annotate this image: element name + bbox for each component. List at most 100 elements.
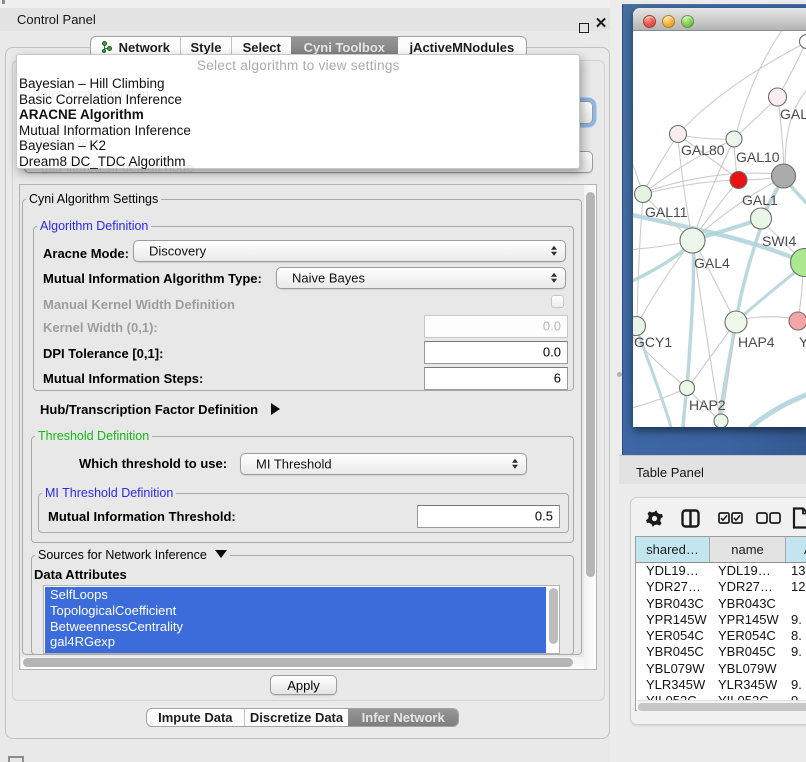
hub-section-toggle[interactable]: Hub/Transcription Factor Definition [40, 402, 280, 417]
tab-infer-network[interactable]: Infer Network [348, 709, 458, 726]
network-edge-thick[interactable] [751, 395, 806, 427]
network-edge[interactable] [785, 91, 806, 165]
algorithm-popup-item[interactable]: Mutual Information Inference [19, 123, 577, 139]
table-cell [786, 596, 806, 612]
table-row[interactable]: YDR27…YDR27…12 [636, 579, 806, 595]
network-node-label: GAL4 [694, 255, 730, 271]
table-column-header[interactable]: A [786, 537, 806, 562]
data-attributes-list[interactable]: SelfLoopsTopologicalCoefficientBetweenne… [43, 585, 560, 654]
dpi-tolerance-value: 0.0 [543, 345, 561, 360]
unselect-all-checkboxes-icon[interactable] [756, 512, 781, 524]
table-hscrollbar-thumb[interactable] [638, 703, 806, 712]
apply-button-label: Apply [287, 678, 320, 693]
network-edge[interactable] [638, 242, 691, 323]
table-column-header[interactable]: shared… [636, 537, 710, 562]
table-row[interactable]: YPR145WYPR145W9. [636, 612, 806, 628]
close-traffic-light[interactable] [643, 15, 656, 28]
table-row[interactable]: YBR043CYBR043C [636, 596, 806, 612]
data-attribute-item[interactable]: BetweennessCentrality [45, 619, 546, 635]
algorithm-popup-item[interactable]: Dream8 DC_TDC Algorithm [19, 154, 577, 170]
group-sources-title[interactable]: Sources for Network Inference [35, 548, 230, 563]
data-attribute-item[interactable]: gal4RGexp [45, 634, 546, 650]
group-mi-threshold-definition-title: MI Threshold Definition [42, 486, 176, 501]
table-row[interactable]: YDL19…YDL19…13 [636, 563, 806, 579]
window-corner-artifact [2, 0, 5, 4]
table-column-header[interactable]: name [710, 537, 786, 562]
network-edge[interactable] [799, 274, 803, 314]
algorithm-popup-item[interactable]: Basic Correlation Inference [19, 92, 577, 108]
network-node[interactable] [714, 414, 728, 427]
apply-button[interactable]: Apply [270, 675, 337, 695]
network-node-hap2[interactable] [680, 381, 695, 396]
network-edge[interactable] [633, 151, 642, 190]
network-canvas[interactable]: GALGAL80GAL10GAL1GAL11SWI4GAL4GCY1HAP4YH… [633, 31, 806, 427]
mi-steps-field[interactable]: 6 [424, 367, 568, 390]
network-node-y[interactable] [789, 312, 806, 330]
document-icon[interactable] [792, 507, 806, 529]
network-canvas-svg: GALGAL80GAL10GAL1GAL11SWI4GAL4GCY1HAP4YH… [633, 31, 806, 427]
dpi-tolerance-field[interactable]: 0.0 [424, 341, 568, 364]
settings-hscrollbar-thumb[interactable] [23, 658, 573, 667]
kernel-width-field[interactable]: 0.0 [424, 315, 568, 338]
arrow-down-icon [551, 252, 557, 256]
network-node-hap4[interactable] [725, 311, 747, 333]
network-edge[interactable] [644, 136, 677, 191]
table-row[interactable]: YER054CYER054C8. [636, 628, 806, 644]
algorithm-popup-item[interactable]: Bayesian – K2 [19, 138, 577, 154]
select-all-checkboxes-icon[interactable] [718, 512, 743, 524]
network-edge[interactable] [644, 180, 735, 194]
settings-vscrollbar-thumb[interactable] [586, 192, 595, 577]
algorithm-popup-item[interactable]: Bayesian – Hill Climbing [19, 76, 577, 92]
zoom-traffic-light[interactable] [681, 15, 694, 28]
minimized-panel-icon[interactable] [8, 756, 24, 762]
network-node-gal[interactable] [769, 88, 787, 106]
cyni-mode-tab-strip: Impute Data Discretize Data Infer Networ… [146, 708, 459, 727]
network-node-gcy1[interactable] [633, 317, 646, 336]
tab-discretize-data[interactable]: Discretize Data [245, 709, 350, 726]
table-hscrollbar-track[interactable] [637, 700, 806, 711]
network-window-titlebar[interactable] [633, 8, 806, 31]
group-algorithm-definition-title: Algorithm Definition [37, 219, 151, 234]
aracne-mode-combo[interactable]: Discovery [133, 240, 566, 262]
arrow-down-icon [551, 279, 557, 283]
network-node-swi4[interactable] [751, 208, 772, 229]
table-cell: 9. [786, 644, 806, 660]
table-row[interactable]: YBL079WYBL079W [636, 661, 806, 677]
table-row[interactable]: YBR045CYBR045C9. [636, 644, 806, 660]
network-node-gal10[interactable] [726, 131, 742, 147]
manual-kernel-width-checkbox[interactable] [551, 295, 564, 308]
mi-algorithm-type-combo[interactable]: Naive Bayes [276, 267, 566, 289]
network-node-gal1[interactable] [730, 172, 747, 189]
table-cell: YBL079W [710, 661, 786, 677]
minimize-traffic-light[interactable] [662, 15, 675, 28]
table-cell: YDR27… [636, 579, 710, 595]
network-node[interactable] [800, 35, 806, 49]
network-edge[interactable] [737, 31, 785, 131]
network-node-gal11[interactable] [635, 186, 652, 203]
mi-threshold-label: Mutual Information Threshold: [48, 509, 236, 524]
close-icon[interactable]: ✕ [593, 16, 609, 32]
network-edge[interactable] [680, 135, 732, 139]
which-threshold-combo[interactable]: MI Threshold [240, 453, 527, 475]
float-window-icon[interactable] [579, 23, 589, 33]
mi-threshold-field[interactable]: 0.5 [417, 505, 560, 528]
tab-select-label: Select [243, 40, 281, 55]
table-row[interactable]: YLR345WYLR345W9. [636, 677, 806, 693]
data-attribute-item[interactable]: TopologicalCoefficient [45, 603, 546, 619]
tab-impute-data[interactable]: Impute Data [147, 709, 245, 726]
algorithm-popup-item[interactable]: ARACNE Algorithm [19, 107, 577, 123]
tab-discretize-data-label: Discretize Data [250, 710, 343, 725]
network-edge[interactable] [695, 242, 734, 319]
network-node-gal80[interactable] [670, 126, 687, 143]
table-cell: YPR145W [710, 612, 786, 628]
attributes-scrollbar-thumb[interactable] [549, 588, 558, 644]
data-attribute-item[interactable]: SelfLoops [45, 587, 546, 603]
network-node-gal4[interactable] [680, 228, 705, 253]
network-node[interactable] [772, 164, 796, 188]
table-cell: YDL19… [636, 563, 710, 579]
network-edge[interactable] [736, 99, 776, 137]
algorithm-popup-prompt: Select algorithm to view settings [197, 58, 400, 73]
gear-icon[interactable] [646, 510, 663, 527]
split-columns-icon[interactable] [681, 509, 700, 528]
aracne-mode-label: Aracne Mode: [43, 246, 129, 261]
